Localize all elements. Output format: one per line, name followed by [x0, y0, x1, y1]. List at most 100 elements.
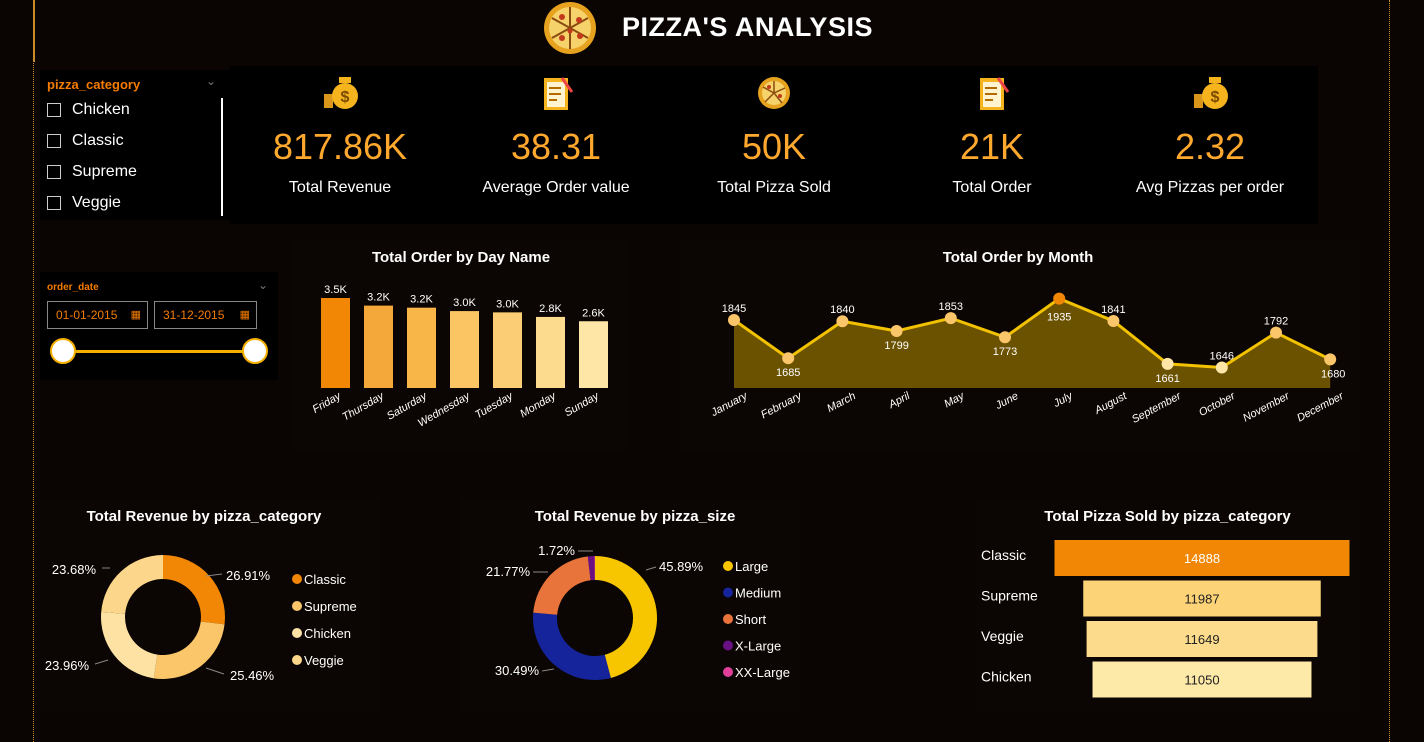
order-date-slicer: order_date ⌄ 01-01-2015 ▦ 31-12-2015 ▦	[40, 272, 278, 380]
size-donut-chart: 45.89% 30.49% 21.77% 1.72% Large Medium Short X…	[486, 543, 790, 680]
pizza-sold-bar-chart: 14888 Classic 11987 Supreme 11649 Veggie 11050…	[981, 540, 1350, 698]
tick-label: Sunday	[563, 389, 603, 419]
legend-entry: Short	[735, 612, 766, 627]
data-label: 21.77%	[486, 564, 531, 579]
data-label: 2.8K	[539, 303, 562, 315]
slicer-scrollbar[interactable]	[221, 98, 223, 216]
kpi-avg-pizzas-per-order: $ 2.32 Avg Pizzas per order	[1100, 66, 1320, 197]
data-label: 14888	[1184, 551, 1220, 566]
slicer-option-chicken[interactable]: Chicken	[47, 101, 130, 119]
slicer-option-veggie[interactable]: Veggie	[47, 194, 121, 212]
tick-label: Veggie	[981, 628, 1024, 644]
data-label: 1840	[830, 304, 854, 316]
data-label: 23.96%	[45, 658, 90, 673]
tick-label: September	[1130, 389, 1184, 425]
size-donut-panel: Total Revenue by pizza_size 45.89% 30.49%…	[460, 498, 800, 713]
page-title: PIZZA'S ANALYSIS	[622, 12, 873, 42]
bar	[536, 316, 565, 388]
data-point	[1053, 292, 1066, 305]
data-point	[944, 312, 957, 325]
data-point	[782, 352, 795, 365]
data-label: 45.89%	[659, 559, 704, 574]
date-range-track[interactable]	[62, 350, 256, 353]
data-label: 3.0K	[496, 298, 519, 310]
category-donut-panel: Total Revenue by pizza_category 26.91% 25…	[40, 498, 380, 713]
legend-marker	[723, 640, 733, 651]
leader-line	[94, 659, 109, 665]
legend-marker	[292, 601, 302, 611]
calendar-icon[interactable]: ▦	[131, 302, 141, 328]
data-label: 1680	[1321, 368, 1345, 380]
checkbox[interactable]	[47, 196, 61, 210]
data-label: 1799	[884, 340, 908, 352]
leader-line	[205, 667, 225, 675]
legend-entry: Large	[735, 559, 768, 574]
data-label: 25.46%	[230, 668, 275, 683]
checkbox[interactable]	[47, 165, 61, 179]
donut-slice	[101, 611, 158, 679]
money-bag-icon: $	[1194, 77, 1228, 109]
slicer-option-classic[interactable]: Classic	[47, 132, 124, 150]
tick-label: October	[1197, 389, 1238, 419]
kpi-value: 50K	[741, 126, 807, 167]
tick-label: Tuesday	[473, 389, 516, 421]
tick-label: Supreme	[981, 588, 1038, 604]
data-label: 1792	[1264, 316, 1288, 328]
donut-slice	[533, 556, 591, 615]
legend-entry: Supreme	[304, 599, 357, 614]
tick-label: Thursday	[340, 389, 387, 423]
kpi-value: 38.31	[510, 126, 602, 167]
tick-label: February	[759, 389, 805, 421]
month-chart-panel: Total Order by Month 1845 January 1685 Febr…	[680, 240, 1360, 450]
donut-slice	[163, 555, 225, 625]
pizza-icon	[758, 77, 790, 109]
data-label: 3.0K	[453, 297, 476, 309]
data-point	[1215, 361, 1228, 374]
data-label: 11987	[1184, 592, 1219, 607]
checkbox[interactable]	[47, 134, 61, 148]
tick-label: May	[942, 389, 967, 410]
calendar-icon[interactable]: ▦	[240, 302, 250, 328]
legend-marker	[723, 667, 733, 677]
leader-line	[541, 668, 555, 672]
bar	[321, 298, 350, 388]
data-label: 3.5K	[324, 284, 347, 296]
tick-label: Monday	[518, 389, 559, 420]
range-end-handle[interactable]	[242, 338, 268, 364]
data-label: 1773	[993, 346, 1017, 358]
data-point	[890, 325, 903, 338]
legend-entry: Medium	[735, 586, 781, 601]
bar	[579, 321, 608, 388]
kpi-panel: $ 817.86K Total Revenue 38.31 Average Or…	[230, 66, 1318, 224]
kpi-label: Total Order	[952, 179, 1032, 196]
kpi-average-order-value: 38.31 Average Order value	[446, 66, 666, 197]
data-label: 1935	[1047, 312, 1071, 324]
start-date-input[interactable]: 01-01-2015 ▦	[47, 301, 148, 329]
slicer-option-supreme[interactable]: Supreme	[47, 163, 137, 181]
header: PIZZA'S ANALYSIS	[540, 0, 873, 55]
data-point	[728, 314, 740, 327]
chevron-down-icon[interactable]: ⌄	[258, 278, 268, 292]
tick-label: April	[886, 390, 912, 412]
bar	[450, 311, 479, 388]
kpi-label: Avg Pizzas per order	[1135, 179, 1285, 196]
area-fill	[734, 298, 1331, 388]
tick-label: Chicken	[981, 669, 1032, 685]
data-label: 1853	[939, 301, 963, 313]
data-label: 30.49%	[495, 663, 540, 678]
day-chart-panel: Total Order by Day Name 3.5K Friday 3.2K Th…	[292, 240, 630, 450]
data-label: 1685	[776, 367, 800, 379]
range-start-handle[interactable]	[50, 338, 76, 364]
pizza-sold-panel: Total Pizza Sold by pizza_category 14888…	[975, 498, 1360, 713]
chevron-down-icon[interactable]: ⌄	[206, 74, 216, 88]
leader-line	[645, 566, 657, 571]
tick-label: Friday	[311, 389, 345, 415]
donut-slice	[101, 555, 163, 614]
checklist-icon	[544, 77, 574, 110]
data-label: 1845	[722, 303, 746, 315]
money-bag-icon: $	[324, 77, 358, 109]
end-date-input[interactable]: 31-12-2015 ▦	[154, 301, 257, 329]
pizza-category-slicer: pizza_category ⌄ Chicken Classic Supreme…	[40, 70, 230, 220]
checkbox[interactable]	[47, 103, 61, 117]
tick-label: Classic	[981, 547, 1026, 563]
